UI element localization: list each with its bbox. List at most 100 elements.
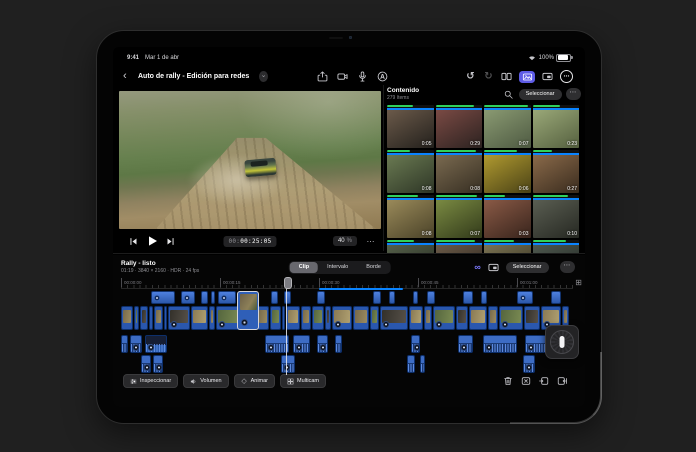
browser-clip[interactable]: 0:03 (484, 195, 531, 238)
timeline-clip[interactable] (145, 335, 167, 353)
timeline-clip[interactable] (469, 306, 487, 330)
overwrite-clip-icon[interactable] (557, 376, 567, 386)
zoom-level[interactable]: 40% (333, 236, 357, 246)
browser-clip[interactable] (484, 240, 531, 253)
animate-button[interactable]: ◇ Animar (234, 374, 275, 388)
timeline-clip[interactable] (293, 335, 310, 353)
timeline-clip[interactable] (312, 306, 324, 330)
browser-clip[interactable]: 0:23 (533, 105, 580, 148)
timeline-clip[interactable] (524, 306, 540, 330)
mic-icon[interactable] (357, 71, 368, 82)
inspect-button[interactable]: Inspeccionar (123, 374, 178, 388)
undo-icon[interactable]: ↺ (465, 71, 476, 82)
timeline-clip[interactable] (181, 291, 195, 304)
viewer-overlay-icon[interactable] (542, 71, 553, 82)
timeline-clip[interactable] (218, 291, 236, 304)
timeline-clip[interactable] (130, 335, 142, 353)
timeline-clip[interactable] (282, 306, 285, 330)
timeline-clip[interactable] (270, 306, 281, 330)
timeline-clip[interactable] (373, 291, 381, 304)
timeline-clip[interactable] (164, 306, 167, 330)
browser-clip[interactable]: 0:06 (484, 150, 531, 193)
timeline-clip[interactable] (458, 335, 473, 353)
timeline-clip[interactable] (424, 306, 432, 330)
timeline-clip[interactable] (380, 306, 408, 330)
import-icon[interactable] (317, 71, 328, 82)
dual-viewer-icon[interactable] (501, 71, 512, 82)
disable-clip-icon[interactable] (521, 376, 531, 386)
volume-button[interactable]: Volumen (183, 374, 228, 388)
multicam-button[interactable]: Multicam (280, 374, 326, 388)
browser-clip[interactable]: 0:07 (436, 195, 483, 238)
tab-clip[interactable]: Clip (290, 262, 318, 273)
jog-handle[interactable] (560, 336, 565, 348)
timeline-clip[interactable] (271, 291, 278, 304)
timeline-clip[interactable] (140, 306, 148, 330)
browser-clip[interactable]: 0:10 (533, 195, 580, 238)
timeline-clip[interactable] (517, 291, 533, 304)
timeline-clip[interactable] (154, 306, 163, 330)
timeline-clip[interactable] (433, 306, 455, 330)
draw-icon[interactable] (377, 71, 388, 82)
timeline-clip[interactable] (407, 355, 415, 373)
playhead[interactable] (286, 278, 287, 375)
browser-toggle-icon[interactable] (519, 71, 535, 83)
timeline-more-button[interactable]: ⋯ (560, 261, 576, 273)
timeline-clip[interactable] (335, 335, 342, 353)
timeline-clip[interactable] (134, 306, 139, 330)
skip-forward-icon[interactable] (166, 237, 175, 246)
timeline-clip[interactable] (281, 355, 295, 373)
more-circle-icon[interactable]: ⋯ (560, 70, 573, 83)
back-chevron-icon[interactable]: ‹ (123, 71, 127, 82)
browser-select-button[interactable]: Seleccionar (519, 89, 562, 100)
timeline-clip[interactable] (191, 306, 208, 330)
timeline-clip[interactable] (420, 355, 425, 373)
timeline-clip[interactable] (153, 355, 163, 373)
timeline-clip[interactable] (141, 355, 151, 373)
timeline-clip[interactable] (370, 306, 379, 330)
timeline-clip[interactable] (413, 291, 418, 304)
browser-clip[interactable] (533, 240, 580, 253)
browser-clip[interactable]: 0:08 (436, 150, 483, 193)
timeline-clip[interactable] (456, 306, 468, 330)
tab-interval[interactable]: Intervalo (318, 262, 357, 273)
browser-clip[interactable]: 0:05 (387, 105, 434, 148)
jog-wheel[interactable] (545, 325, 579, 359)
timeline-clip[interactable] (427, 291, 435, 304)
camera-icon[interactable] (337, 71, 348, 82)
timeline-clip[interactable] (411, 335, 420, 353)
clip-overlay-icon[interactable] (488, 262, 499, 273)
search-icon[interactable] (504, 90, 513, 99)
timeline-clip[interactable] (551, 291, 561, 304)
browser-clip[interactable]: 0:29 (436, 105, 483, 148)
trash-icon[interactable] (503, 376, 513, 386)
timeline-clip[interactable] (149, 306, 153, 330)
panel-divider-horizontal[interactable] (113, 253, 585, 254)
timeline-select-button[interactable]: Seleccionar (506, 262, 549, 273)
timeline-clip[interactable] (332, 306, 352, 330)
timeline-clip[interactable] (121, 306, 133, 330)
timeline-clip[interactable] (353, 306, 369, 330)
browser-clip[interactable]: 0:08 (387, 195, 434, 238)
timeline-clip[interactable] (301, 306, 311, 330)
timeline-clip[interactable] (168, 306, 190, 330)
timeline-clip[interactable] (483, 335, 517, 353)
timeline-clip[interactable] (121, 335, 128, 353)
timeline-clip[interactable] (201, 291, 208, 304)
viewer-video[interactable] (119, 91, 381, 229)
loop-playback-icon[interactable]: ∞ (474, 262, 480, 272)
browser-clip[interactable]: 0:27 (533, 150, 580, 193)
timeline-clip[interactable] (286, 306, 300, 330)
timeline-clip[interactable] (488, 306, 498, 330)
browser-clip[interactable] (387, 240, 434, 253)
browser-clip[interactable]: 0:07 (484, 105, 531, 148)
timeline-clip[interactable] (499, 306, 523, 330)
insert-clip-icon[interactable] (539, 376, 549, 386)
skip-back-icon[interactable] (129, 237, 138, 246)
timeline-clip[interactable] (317, 335, 328, 353)
timeline-clip[interactable] (409, 306, 423, 330)
timeline-ruler[interactable]: 00:00:0000:00:1500:00:3000:00:4500:01:00 (121, 278, 573, 289)
browser-more-button[interactable]: ⋯ (566, 88, 582, 100)
timeline-clip[interactable] (317, 291, 325, 304)
timeline-clip[interactable] (237, 291, 259, 330)
